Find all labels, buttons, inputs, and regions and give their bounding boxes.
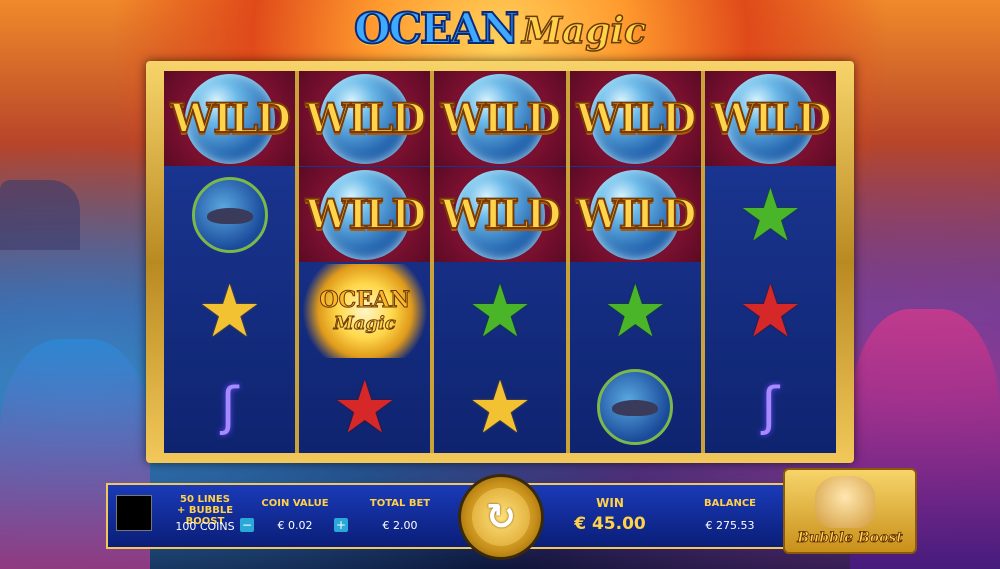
win-label: WIN [596,496,624,510]
coin-value-decrease-button[interactable]: − [240,518,254,532]
green-starfish-icon: ★ [738,172,803,257]
reel-2: WILD WILD OCEAN Magic ★ [299,71,431,454]
win-amount: € 45.00 [574,514,646,534]
lines-indicator [116,495,152,531]
seahorse-symbol: ʃ [164,359,295,454]
ocean-magic-logo-icon: OCEAN Magic [302,263,427,358]
wild-label: WILD [305,94,427,143]
wild-symbol: WILD [164,71,296,166]
green-starfish-icon: ★ [602,268,668,353]
green-starfish-symbol: ★ [705,167,836,262]
wild-symbol: WILD [704,71,837,166]
wild-symbol: WILD [299,71,431,166]
game-stage: OCEAN Magic WILD ★ ʃ WILD WILD OCEAN Magic ★ WIL… [0,0,1000,569]
reel-3: WILD WILD ★ ★ [434,71,566,454]
coin-value-increase-button[interactable]: + [334,518,348,532]
wild-label: WILD [169,94,291,143]
balance-label: BALANCE [703,498,756,509]
ocean-magic-scatter-symbol: OCEAN Magic [299,263,430,358]
wild-label: WILD [440,94,562,143]
red-starfish-icon: ★ [332,364,398,449]
seahorse-icon: ʃ [761,376,780,437]
logo-word-ocean: OCEAN [353,3,520,54]
red-starfish-symbol: ★ [299,359,430,454]
spin-arrow-icon: ↻ [472,488,530,546]
wild-label: WILD [575,190,697,239]
gold-starfish-symbol: ★ [434,359,565,454]
green-starfish-icon: ★ [467,268,533,353]
whale-shark-icon [597,368,674,445]
wild-label: WILD [305,190,427,239]
reel-grid: WILD ★ ʃ WILD WILD OCEAN Magic ★ WILD WILD ★ ★ WILD W… [164,71,837,454]
lines-count-text: 50 LINES [180,494,230,505]
reel-5: WILD ★ ★ ʃ [704,71,837,454]
wild-symbol: WILD [569,71,701,166]
bubble-boost-button[interactable]: Bubble Boost [783,468,917,554]
mermaid-icon [815,476,875,528]
shark-symbol [164,167,295,262]
reel-4: WILD WILD ★ [569,71,701,454]
whale-shark-icon [191,176,268,253]
wild-symbol: WILD [299,167,431,262]
shark-symbol [570,359,701,454]
wild-label: WILD [575,94,697,143]
wild-symbol: WILD [434,71,566,166]
green-starfish-symbol: ★ [570,263,701,358]
game-logo: OCEAN Magic [315,3,685,62]
shipwreck-decoration [0,180,80,250]
reel-1: WILD ★ ʃ [164,71,296,454]
total-bet-label: TOTAL BET [369,498,431,509]
gold-starfish-symbol: ★ [164,263,295,358]
logo-word-magic: Magic [521,9,647,53]
coin-value-label: COIN VALUE [261,498,329,509]
seahorse-symbol: ʃ [705,359,836,454]
coin-value-amount: € 0.02 [277,519,313,532]
red-starfish-icon: ★ [738,268,803,353]
coins-value: 100 COINS [175,520,235,533]
seahorse-icon: ʃ [220,376,239,437]
scatter-word-magic: Magic [333,313,396,335]
wild-symbol: WILD [434,167,566,262]
bubble-boost-label: Bubble Boost [797,530,903,547]
green-starfish-symbol: ★ [434,263,565,358]
total-bet-amount: € 2.00 [382,519,418,532]
scatter-word-ocean: OCEAN [319,287,411,314]
red-starfish-symbol: ★ [705,263,836,358]
gold-starfish-icon: ★ [467,364,533,449]
balance-amount: € 275.53 [705,519,755,532]
wild-label: WILD [710,94,832,143]
wild-label: WILD [440,190,562,239]
spin-button[interactable]: ↻ [458,474,544,560]
gold-starfish-icon: ★ [197,268,262,353]
wild-symbol: WILD [569,167,701,262]
